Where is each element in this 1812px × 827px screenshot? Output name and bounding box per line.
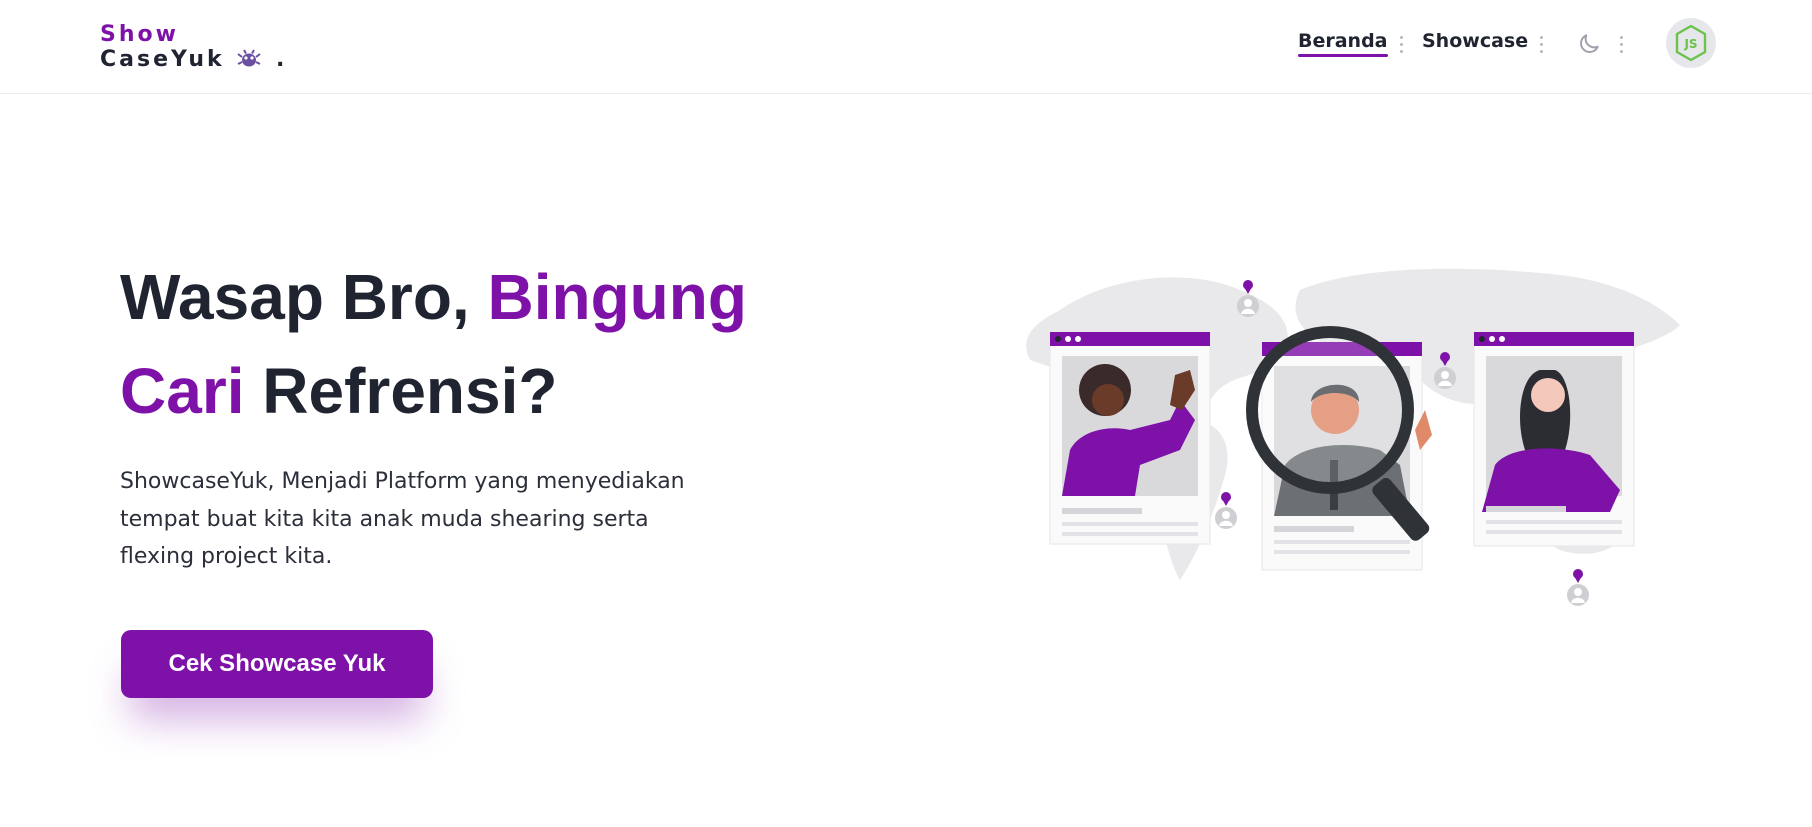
- avatar[interactable]: JS: [1666, 18, 1716, 68]
- nav-separator: [1400, 36, 1404, 54]
- site-header: Show CaseYuk . Beranda Showcase JS: [0, 0, 1812, 94]
- hero-description: ShowcaseYuk, Menjadi Platform yang menye…: [120, 469, 685, 569]
- profile-card-left: [1049, 331, 1211, 545]
- hero-title-part1: Wasap Bro,: [120, 261, 488, 333]
- nav-separator: [1540, 36, 1544, 54]
- hero-title-highlight-1: Bingung: [487, 261, 747, 333]
- nav-link-beranda[interactable]: Beranda: [1298, 30, 1388, 57]
- hero-title-highlight-2: Cari: [120, 355, 245, 427]
- moon-icon[interactable]: [1576, 31, 1602, 57]
- hero-title: Wasap Bro, Bingung Cari Refrensi?: [120, 250, 780, 438]
- nodejs-icon: JS: [1675, 24, 1707, 62]
- nav-separator: [1620, 36, 1624, 54]
- hero-illustration: [1026, 268, 1680, 606]
- main-nav: Beranda Showcase: [0, 30, 1812, 60]
- hero-title-part4: Refrensi?: [244, 355, 558, 427]
- svg-text:JS: JS: [1683, 37, 1697, 51]
- nav-link-showcase[interactable]: Showcase: [1422, 30, 1528, 52]
- cek-showcase-button[interactable]: Cek Showcase Yuk: [121, 630, 433, 698]
- profile-card-right: [1473, 331, 1635, 547]
